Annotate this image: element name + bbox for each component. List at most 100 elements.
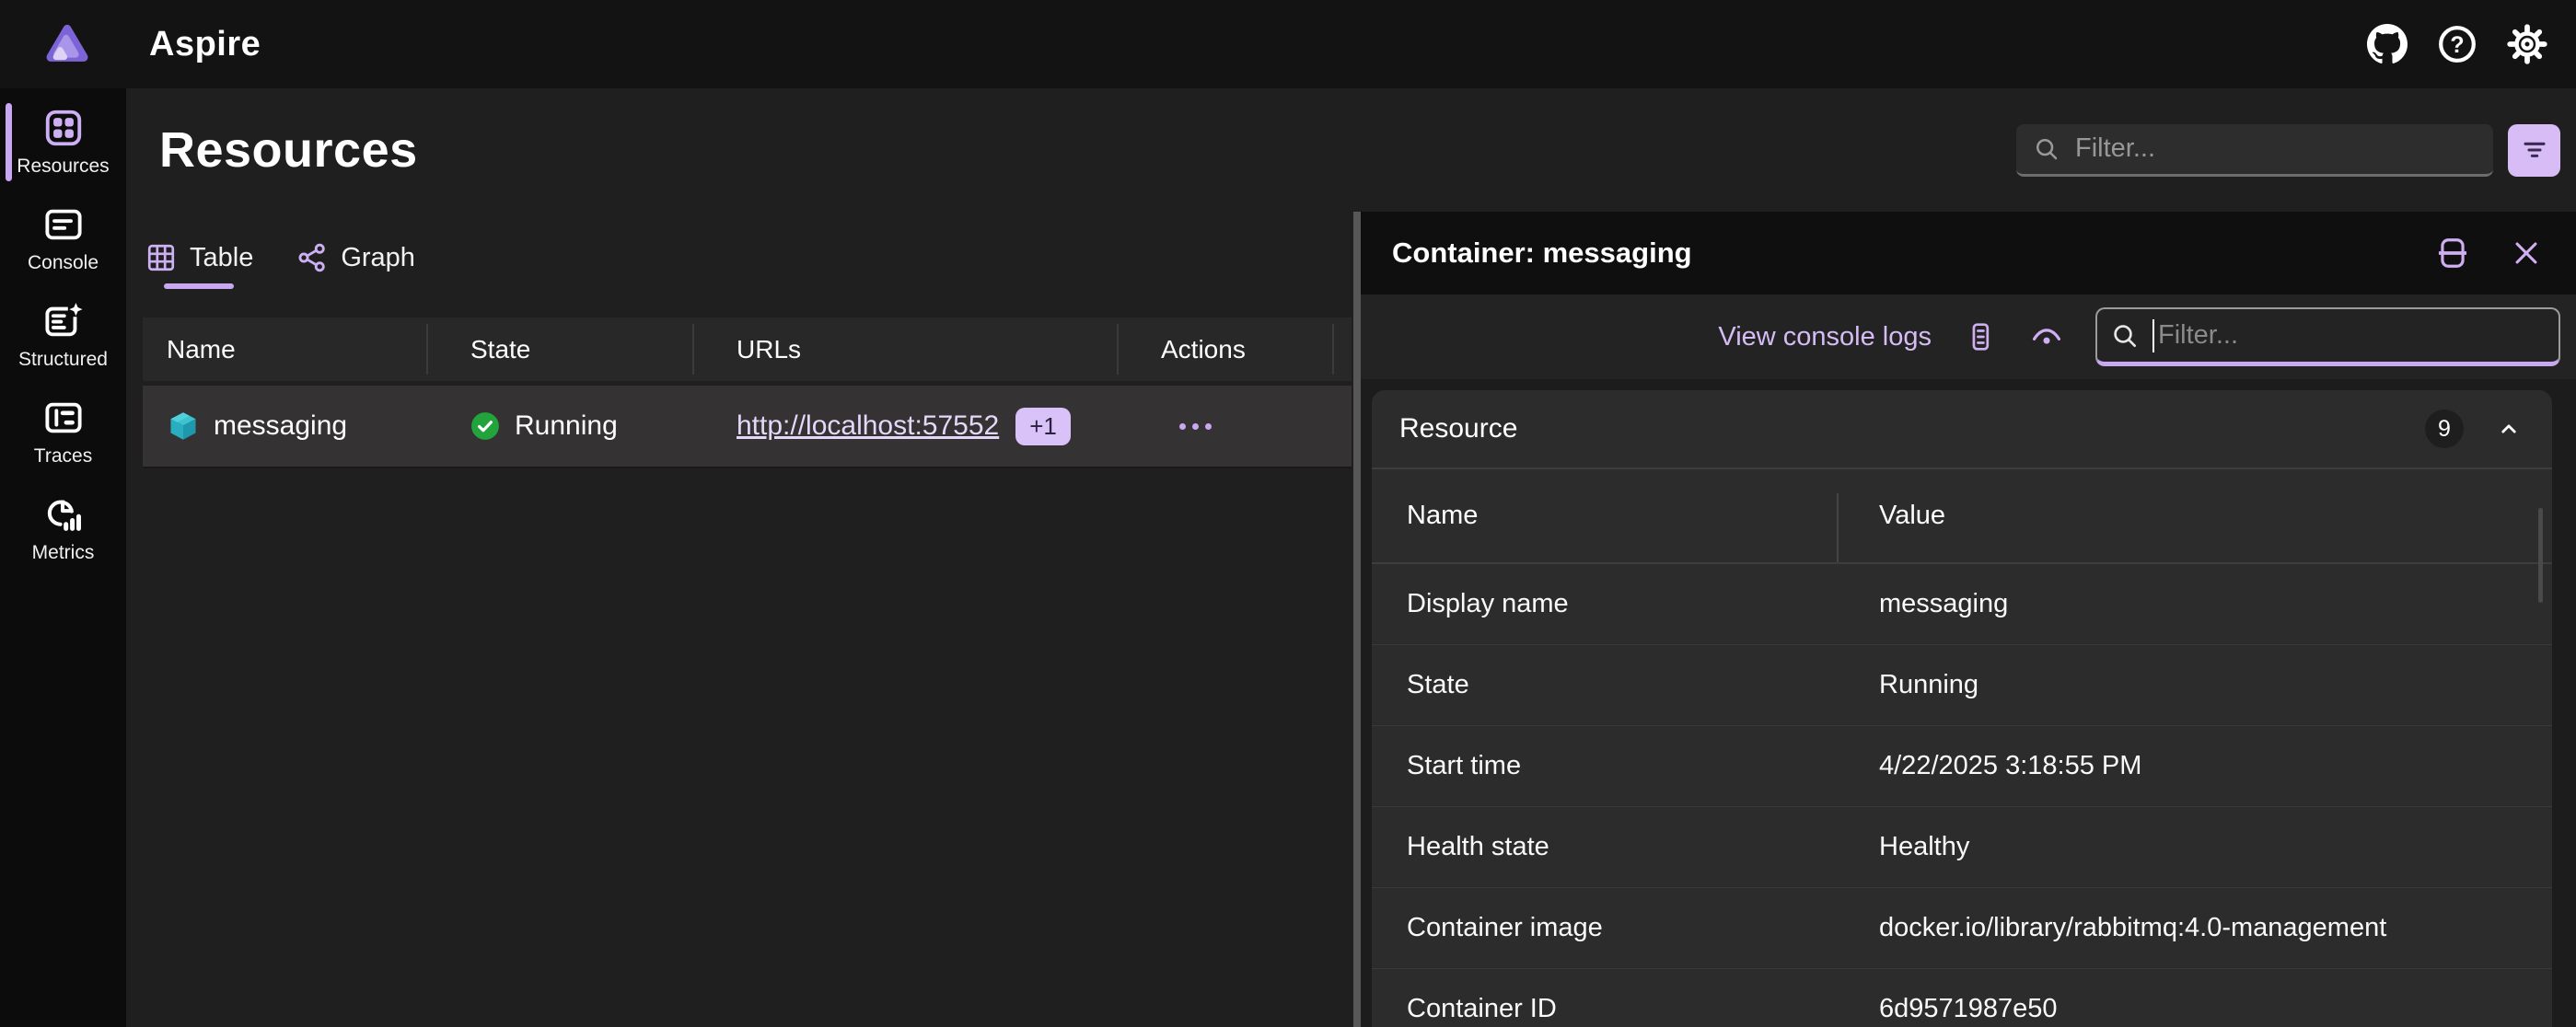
sidebar-label: Console [28,252,99,274]
details-filter-input[interactable] [2158,320,2546,351]
table-header: Name State URLs Actions [143,317,1352,381]
more-urls-badge[interactable]: +1 [1015,408,1071,445]
settings-gear-icon[interactable] [2506,23,2548,65]
prop-name: Display name [1372,589,1837,619]
app-title: Aspire [149,25,261,64]
tab-graph[interactable]: Graph [294,230,417,289]
prop-row-container-image: Container image docker.io/library/rabbit… [1372,888,2552,969]
resource-section-header[interactable]: Resource 9 [1372,390,2552,467]
prop-row-state: State Running [1372,645,2552,726]
sidebar-item-traces[interactable]: Traces [0,386,126,477]
prop-name: Start time [1372,751,1837,781]
column-divider [1837,493,1839,562]
details-toolbar: View console logs [1361,294,2576,379]
details-body: Resource 9 Name Va [1361,379,2576,1027]
sidebar-label: Traces [34,445,92,467]
prop-column-name: Name [1372,501,1837,531]
container-cube-icon [167,410,200,443]
prop-name: Container image [1372,913,1837,943]
sidebar-item-structured[interactable]: Structured [0,289,126,380]
details-filter-input-wrap [2095,307,2560,366]
resources-table: Name State URLs Actions [143,317,1352,468]
topbar-actions: ? [2366,23,2548,65]
column-header-state: State [428,317,694,381]
sidebar-item-console[interactable]: Console [0,192,126,283]
view-console-logs-link[interactable]: View console logs [1718,322,1932,352]
prop-value: 6d9571987e50 [1837,994,2058,1024]
traces-icon [42,397,85,439]
resource-state: Running [515,410,618,442]
search-icon [2110,321,2140,351]
resource-name: messaging [214,410,347,442]
table-row-messaging[interactable]: messaging Running http://localhost:57552… [143,386,1352,468]
prop-name: Health state [1372,832,1837,862]
view-tabs: Table Graph [143,230,1353,289]
log-document-icon[interactable] [1963,319,1998,354]
tab-label: Table [190,243,253,273]
main-content: Resources [126,88,2576,1027]
sidebar-item-metrics[interactable]: Metrics [0,482,126,573]
github-icon[interactable] [2366,23,2408,65]
resources-filter-input-wrap [2016,124,2493,177]
text-cursor [2152,319,2154,352]
prop-column-value: Value [1837,501,1945,531]
prop-row-display-name: Display name messaging [1372,564,2552,645]
resources-filter-input[interactable] [2075,133,2477,164]
structured-logs-icon [42,300,85,342]
details-title: Container: messaging [1392,237,1692,270]
details-header: Container: messaging [1361,212,2576,294]
sidebar-label: Resources [17,156,109,178]
column-header-actions: Actions [1119,317,1334,381]
property-count-badge: 9 [2425,410,2464,448]
column-header-name: Name [143,317,428,381]
column-header-urls: URLs [694,317,1119,381]
scrollbar-thumb[interactable] [2538,508,2543,603]
dock-split-icon[interactable] [2434,235,2471,271]
panel-splitter-handle[interactable] [1353,212,1361,1027]
console-icon [42,203,85,246]
section-title: Resource [1399,413,1517,444]
watch-eye-icon[interactable] [2029,319,2064,354]
prop-row-start-time: Start time 4/22/2025 3:18:55 PM [1372,726,2552,807]
page-title: Resources [159,121,418,179]
properties-header: Name Value [1372,469,2552,564]
details-panel: Container: messaging [1361,212,2576,1027]
svg-text:?: ? [2450,32,2464,58]
sidebar-label: Metrics [32,542,95,564]
sidebar-label: Structured [18,349,108,371]
resource-state-cell: Running [428,410,694,442]
resource-properties-card: Resource 9 Name Va [1372,390,2552,1027]
sidebar-item-resources[interactable]: Resources [0,96,126,187]
prop-value: messaging [1837,589,2008,619]
table-grid-icon [145,241,178,274]
tab-table[interactable]: Table [143,230,255,289]
close-icon[interactable] [2508,235,2545,271]
help-icon[interactable]: ? [2436,23,2478,65]
graph-icon [296,241,329,274]
tab-label: Graph [341,243,415,273]
prop-row-health-state: Health state Healthy [1372,807,2552,888]
prop-value: docker.io/library/rabbitmq:4.0-managemen… [1837,913,2386,943]
prop-name: Container ID [1372,994,1837,1024]
chevron-up-icon[interactable] [2495,415,2523,443]
search-icon [2033,135,2060,163]
resource-name-cell: messaging [143,410,428,443]
prop-row-container-id: Container ID 6d9571987e50 [1372,969,2552,1027]
sidebar: Resources Console Structured [0,88,126,1027]
resource-url-link[interactable]: http://localhost:57552 [737,410,999,442]
aspire-logo-icon [42,19,92,69]
filter-button[interactable] [2508,124,2560,177]
metrics-icon [42,493,85,536]
resource-actions-cell [1119,423,1334,430]
prop-name: State [1372,670,1837,700]
more-actions-icon[interactable] [1179,423,1212,430]
resources-grid-icon [42,107,85,149]
running-check-icon [470,411,500,441]
active-indicator [6,103,12,181]
prop-value: Healthy [1837,832,1969,862]
page-header: Resources [126,88,2576,212]
resources-table-area: Table Graph [126,212,1353,1027]
resource-urls-cell: http://localhost:57552 +1 [694,408,1119,445]
filter-lines-icon [2520,135,2549,165]
topbar: Aspire ? [0,0,2576,88]
